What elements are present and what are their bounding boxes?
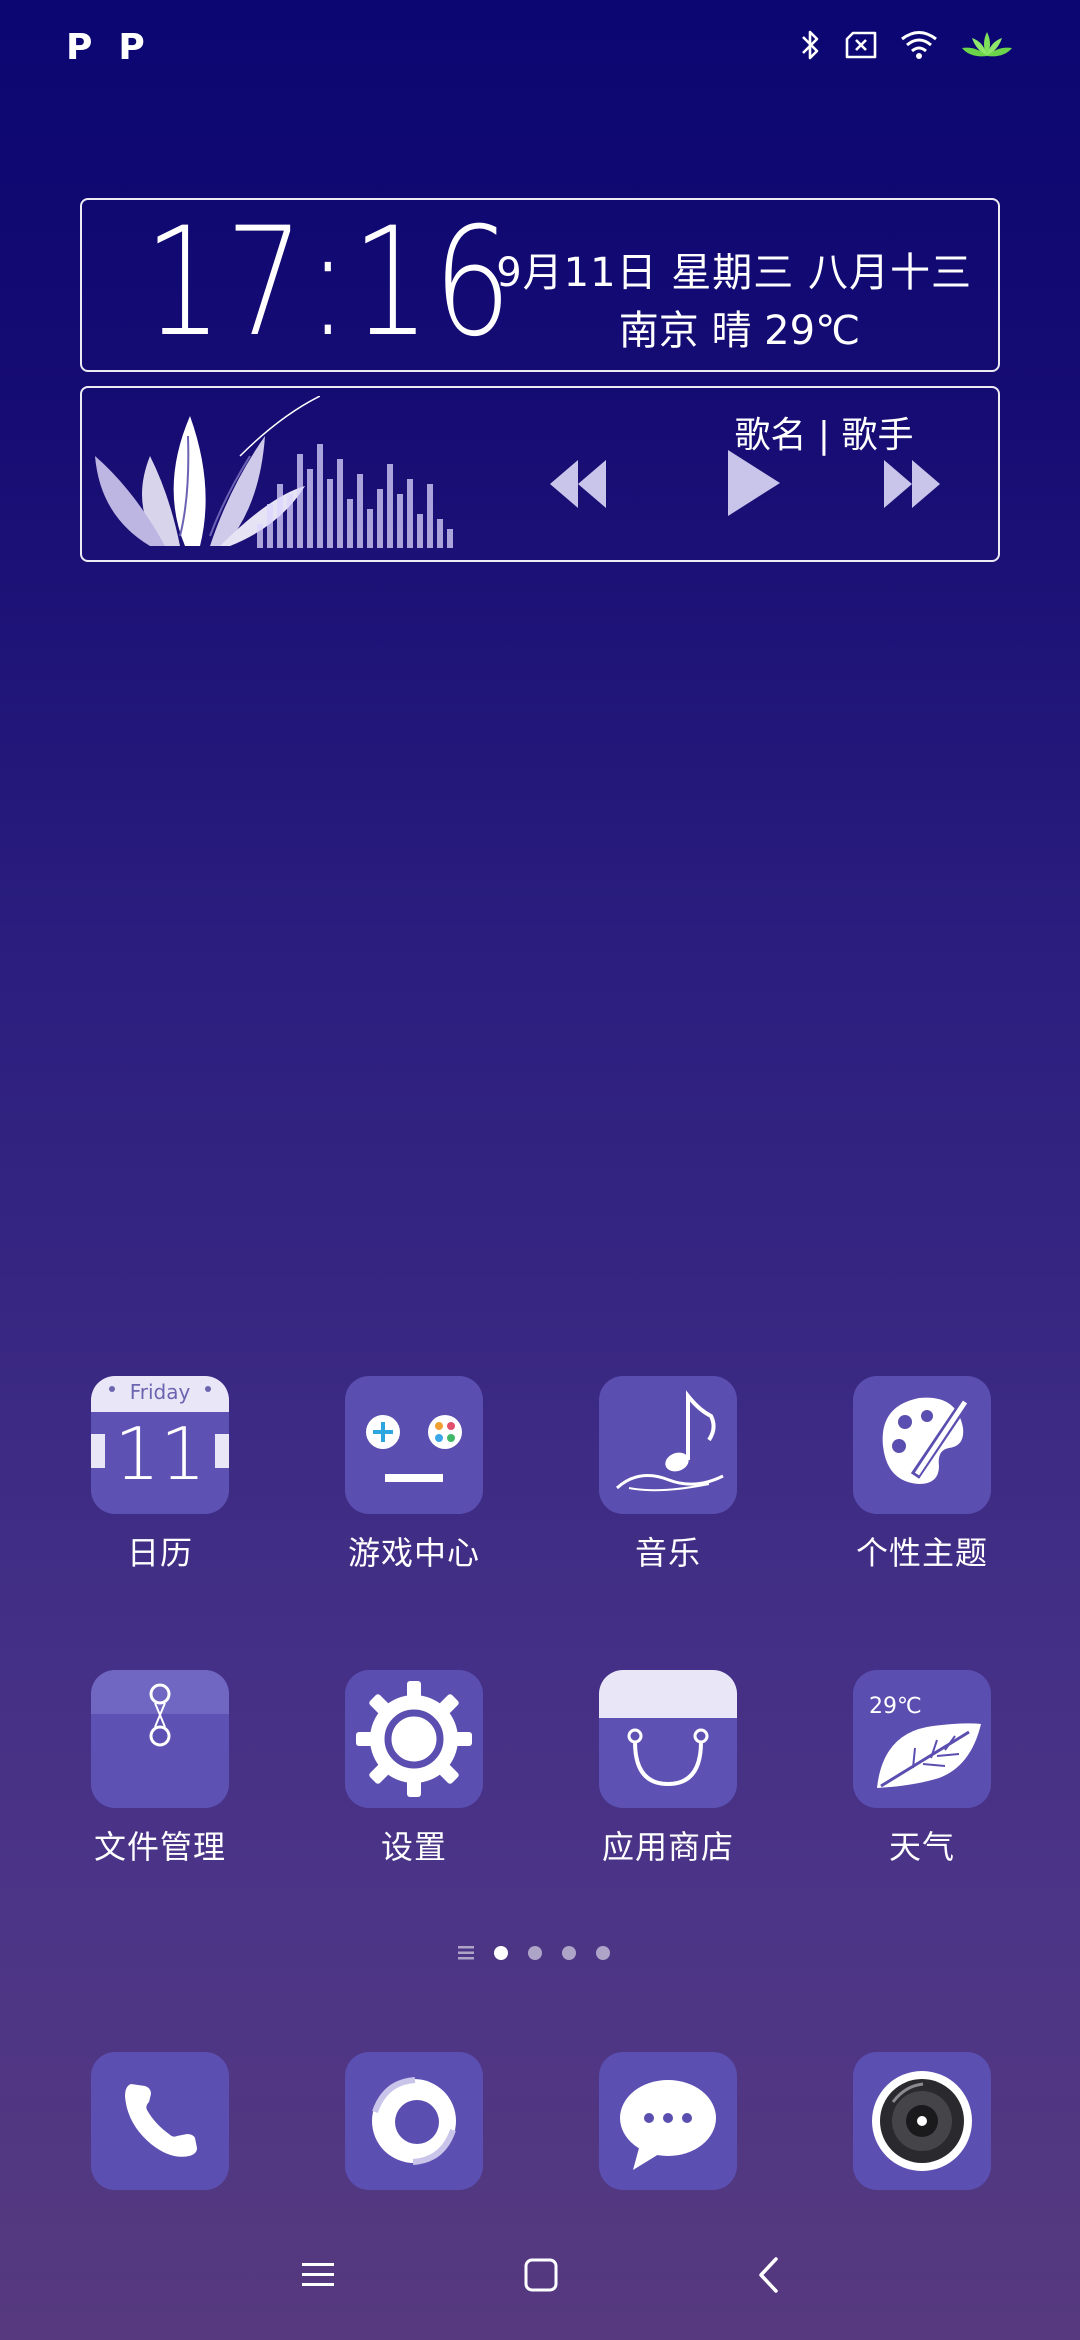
audio-equalizer-art [257, 444, 453, 548]
clock-widget[interactable]: 17:16 9月11日 星期三 八月十三 南京 晴 29℃ [80, 198, 1000, 372]
app-label: 日历 [126, 1534, 193, 1572]
next-button[interactable] [880, 456, 944, 512]
bluetooth-icon [802, 30, 819, 60]
page-dot[interactable] [562, 1946, 576, 1960]
wifi-icon [901, 31, 937, 59]
music-widget[interactable]: 歌名 | 歌手 [80, 386, 1000, 562]
app-settings[interactable]: 设置 [314, 1670, 514, 1868]
palette-icon [853, 1376, 991, 1514]
app-label: 文件管理 [93, 1828, 226, 1866]
dock-phone[interactable] [60, 2052, 260, 2190]
previous-icon [550, 460, 606, 508]
camera-icon [853, 2052, 991, 2190]
folder-icon [91, 1670, 229, 1808]
app-weather[interactable]: 29℃ 天气 [822, 1670, 1022, 1868]
home-icon[interactable] [524, 2258, 558, 2292]
sim-off-icon [845, 31, 877, 59]
app-game-center[interactable]: 游戏中心 [314, 1376, 514, 1574]
music-note-icon [599, 1376, 737, 1514]
shopping-bag-icon [599, 1670, 737, 1808]
page-indicator[interactable] [458, 1946, 610, 1960]
status-bar-left: P P [66, 30, 145, 66]
dock-camera[interactable] [822, 2052, 1022, 2190]
menu-icon[interactable] [302, 2260, 334, 2290]
dock-messages[interactable] [568, 2052, 768, 2190]
game-controller-icon [345, 1376, 483, 1514]
calendar-icon: Friday 11 [91, 1376, 229, 1514]
play-button[interactable] [724, 448, 784, 518]
phone-icon [91, 2052, 229, 2190]
app-label: 音乐 [634, 1534, 701, 1572]
next-icon [884, 460, 940, 508]
app-label: 天气 [888, 1828, 955, 1866]
notification-p-icon: P [66, 27, 93, 68]
song-title: 歌名 | 歌手 [734, 415, 914, 456]
clock-weather: 南京 晴 29℃ [618, 308, 860, 354]
clock-date: 9月11日 星期三 八月十三 [496, 250, 972, 296]
status-bar-right [800, 28, 1014, 62]
clock-time: 17:16 [144, 196, 515, 370]
menu-lines-icon [458, 1946, 474, 1960]
dock-browser[interactable] [314, 2052, 514, 2190]
app-calendar[interactable]: Friday 11 日历 [60, 1376, 260, 1574]
app-label: 个性主题 [855, 1534, 988, 1572]
app-themes[interactable]: 个性主题 [822, 1376, 1022, 1574]
app-label: 应用商店 [601, 1828, 734, 1866]
navigation-bar [0, 2240, 1080, 2320]
app-store[interactable]: 应用商店 [568, 1670, 768, 1868]
app-music[interactable]: 音乐 [568, 1376, 768, 1574]
browser-icon [345, 2052, 483, 2190]
lotus-icon [962, 32, 1012, 57]
app-label: 设置 [380, 1828, 447, 1866]
page-dot-active[interactable] [494, 1946, 508, 1960]
page-dot[interactable] [596, 1946, 610, 1960]
play-icon [728, 450, 780, 516]
gear-icon [345, 1670, 483, 1808]
app-file-manager[interactable]: 文件管理 [60, 1670, 260, 1868]
page-dot[interactable] [528, 1946, 542, 1960]
leaf-icon: 29℃ [853, 1670, 991, 1808]
previous-button[interactable] [546, 456, 610, 512]
notification-p-icon: P [118, 27, 145, 68]
back-icon[interactable] [756, 2256, 780, 2294]
message-icon [599, 2052, 737, 2190]
app-label: 游戏中心 [347, 1534, 480, 1572]
